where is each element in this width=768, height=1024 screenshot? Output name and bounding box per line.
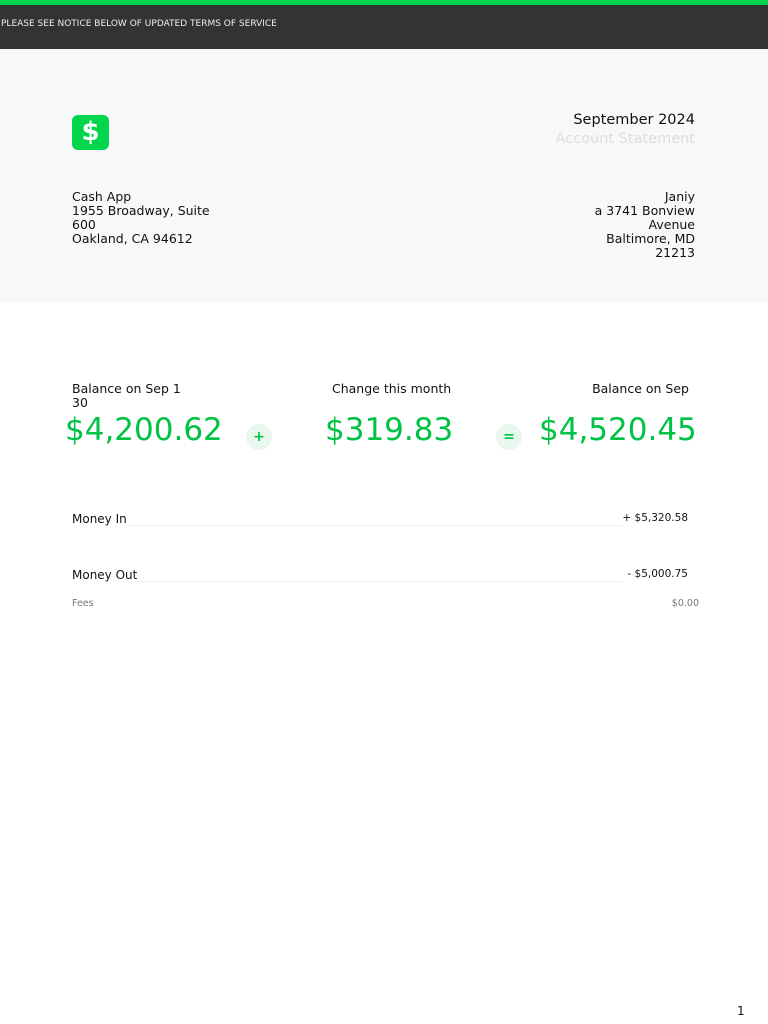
end-balance-label: Balance on Sep [592,381,689,396]
address-line: Avenue [648,217,695,232]
end-balance-amount: $4,520.45 [539,412,697,448]
recipient-address: Janiy a 3741 Bonview Avenue Baltimore, M… [575,190,695,260]
fees-value: $0.00 [671,598,699,609]
equals-icon: = [496,424,522,450]
row-value: - $5,000.75 [627,568,688,580]
page-number: 1 [737,1004,745,1018]
fees-label: Fees [72,598,94,609]
fees-row: Fees $0.00 [72,598,699,609]
address-line: Oakland, CA 94612 [72,231,193,246]
address-line: 1955 Broadway, Suite [72,203,210,218]
cash-app-logo: $ [72,115,109,150]
change-amount: $319.83 [325,412,454,448]
dollar-sign-icon: $ [81,117,100,147]
address-line: Janiy [664,189,695,204]
end-balance-label-overflow: 30 [72,395,88,410]
start-balance-label: Balance on Sep 1 [72,381,181,396]
address-line: a 3741 Bonview [594,203,695,218]
sender-address: Cash App 1955 Broadway, Suite 600 Oaklan… [72,190,222,246]
divider [128,525,622,526]
row-label: Money In [72,512,127,526]
statement-period: September 2024 [573,112,695,128]
row-label: Money Out [72,568,138,582]
statement-title: Account Statement [555,131,695,147]
terms-notice-banner: PLEASE SEE NOTICE BELOW OF UPDATED TERMS… [0,5,768,49]
address-line: Cash App [72,189,132,204]
address-line: 21213 [655,245,695,260]
address-line: 600 [72,217,96,232]
divider [138,581,622,582]
start-balance-amount: $4,200.62 [65,412,223,448]
statement-header [0,49,768,302]
change-label: Change this month [332,381,452,396]
address-line: Baltimore, MD [606,231,695,246]
row-value: + $5,320.58 [622,512,688,524]
plus-icon: + [246,424,272,450]
